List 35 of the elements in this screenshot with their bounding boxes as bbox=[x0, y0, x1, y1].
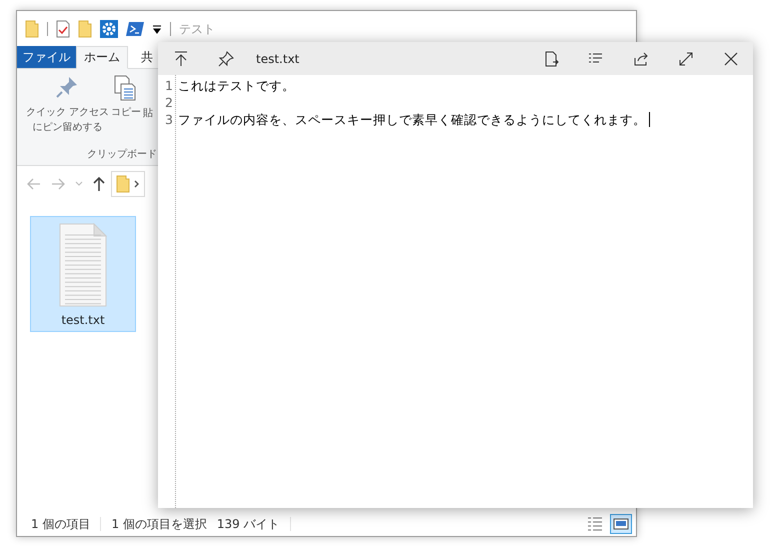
text-line: ファイルの内容を、スペースキー押しで素早く確認できるようにしてくれます。 bbox=[178, 111, 646, 128]
chevron-icon bbox=[134, 180, 140, 188]
dropdown-icon[interactable] bbox=[152, 22, 162, 34]
close-icon bbox=[722, 50, 738, 66]
line-number: 2 bbox=[164, 94, 173, 111]
open-file-icon bbox=[542, 50, 558, 66]
ribbon-button[interactable]: クイック アクセス にピン留めする bbox=[25, 75, 110, 135]
file-item[interactable]: test.txt bbox=[30, 216, 136, 332]
top-icon bbox=[172, 50, 188, 66]
status-text: 139 バイト bbox=[216, 516, 280, 533]
large-icons-view-icon bbox=[613, 516, 629, 532]
terminal-icon[interactable] bbox=[126, 20, 144, 36]
file-name: test.txt bbox=[61, 312, 105, 329]
file-menu-tab[interactable]: ファイル bbox=[17, 46, 76, 68]
details-view-icon bbox=[587, 516, 603, 532]
line-number: 1 bbox=[164, 77, 173, 94]
pin-icon bbox=[218, 50, 234, 66]
line-number: 3 bbox=[164, 111, 173, 128]
settings-icon[interactable] bbox=[100, 20, 118, 38]
large-buttons-view-icon[interactable] bbox=[610, 514, 632, 534]
preview-title: test.txt bbox=[256, 50, 300, 68]
group-label: クリップボード bbox=[87, 148, 157, 162]
share-icon bbox=[632, 50, 648, 66]
text-file-icon bbox=[59, 223, 107, 307]
ribbon-button[interactable]: 貼 bbox=[142, 75, 154, 135]
expand-icon bbox=[678, 50, 694, 66]
window-title: テスト bbox=[179, 20, 215, 38]
status-text: 1 個の項目を選択 bbox=[111, 516, 207, 533]
ribbon-button[interactable]: コピー bbox=[110, 75, 142, 135]
ribbon-tab[interactable]: ホーム bbox=[76, 46, 128, 69]
checklist-icon[interactable] bbox=[56, 20, 70, 38]
status-text: 1 個の項目 bbox=[31, 516, 90, 533]
folder-icon bbox=[116, 175, 130, 193]
up-icon[interactable] bbox=[93, 177, 105, 191]
text-line: これはテストです。 bbox=[178, 77, 295, 94]
